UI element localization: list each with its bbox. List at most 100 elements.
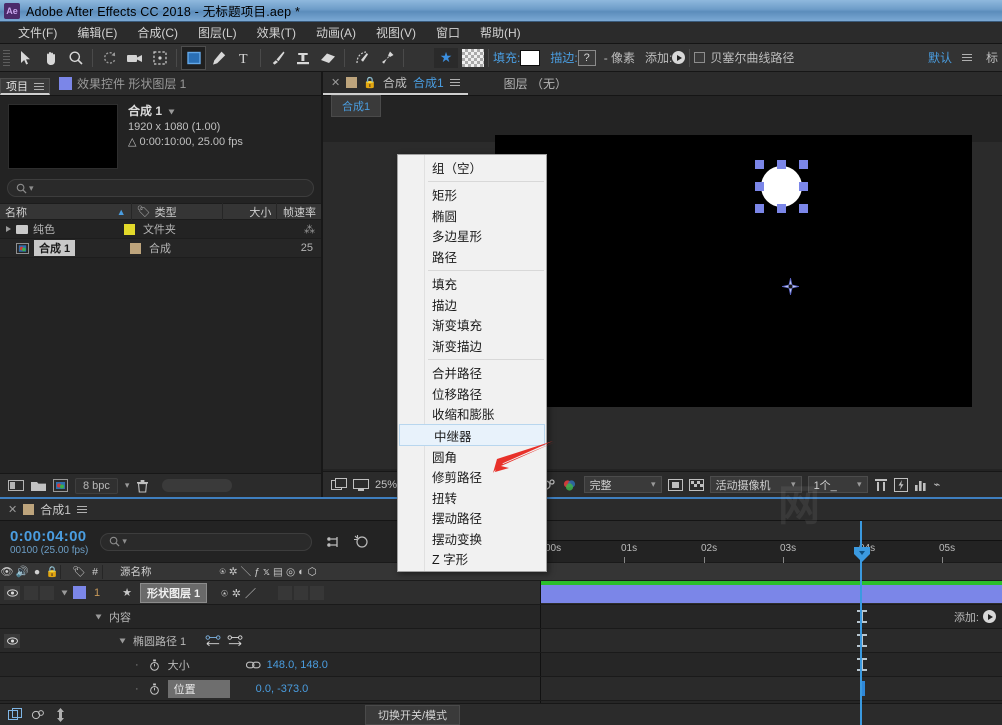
comp-panel-menu-icon[interactable] (450, 79, 460, 86)
expand-triangle-icon[interactable] (62, 590, 68, 595)
timeline-track[interactable] (540, 605, 1002, 628)
table-row[interactable]: 合成 1 合成 25 (0, 239, 321, 258)
selection-handle[interactable] (777, 160, 786, 169)
menu-item-wiggle-paths[interactable]: 摆动路径 (398, 508, 546, 529)
channel-rgb-icon[interactable] (562, 478, 578, 492)
menu-item-trim-paths[interactable]: 修剪路径 (398, 467, 546, 488)
tab-composition[interactable]: ✕ 🔒 合成 合成1 (323, 71, 468, 95)
menu-item-ellipse[interactable]: 椭圆 (398, 205, 546, 226)
keyframe-marker[interactable] (857, 610, 867, 623)
workspace-label[interactable]: 默认 (928, 49, 952, 66)
pen-tool-icon[interactable] (206, 46, 231, 70)
column-size[interactable]: 大小 (223, 203, 278, 220)
workspace-menu-icon[interactable] (962, 54, 972, 61)
timeline-search-input[interactable]: ▾ (100, 533, 312, 551)
stopwatch-icon[interactable] (149, 683, 160, 695)
timeline-ruler[interactable]: 00s 01s 02s 03s 04s 05s (540, 521, 1002, 563)
bezier-checkbox[interactable] (694, 52, 705, 63)
label-color-swatch[interactable] (130, 243, 141, 254)
stopwatch-icon[interactable] (149, 659, 160, 671)
parent-slot[interactable] (278, 586, 292, 600)
link-icon[interactable] (246, 660, 261, 670)
layer-name[interactable]: 形状图层 1 (140, 583, 207, 603)
video-toggle-icon[interactable] (4, 586, 20, 600)
menu-animation[interactable]: 动画(A) (306, 22, 366, 43)
selection-handle[interactable] (755, 204, 764, 213)
expand-triangle-icon[interactable] (96, 614, 102, 619)
menu-item-gradient-fill[interactable]: 渐变填充 (398, 315, 546, 336)
property-name[interactable]: 位置 (168, 680, 230, 698)
menu-item-offset-paths[interactable]: 位移路径 (398, 383, 546, 404)
panel-menu-icon[interactable] (34, 83, 44, 90)
timeline-property-row[interactable]: · 大小 148.0, 148.0 (0, 653, 1002, 677)
expand-triangle-icon[interactable] (6, 226, 11, 232)
solo-toggle[interactable] (40, 586, 54, 600)
menu-item-stroke[interactable]: 描边 (398, 294, 546, 315)
path-direction-right-icon[interactable] (226, 634, 244, 648)
expand-triangle-icon[interactable] (120, 638, 126, 643)
hand-tool-icon[interactable] (38, 46, 63, 70)
project-search-input[interactable]: ▾ (7, 179, 314, 197)
close-icon[interactable]: ✕ (8, 503, 17, 516)
playhead-marker[interactable] (853, 547, 871, 563)
selection-tool-icon[interactable] (13, 46, 38, 70)
layer-switches[interactable]: ⍟✲／ (221, 585, 260, 601)
timeline-layer-row[interactable]: 1 ★ 形状图层 1 ⍟✲／ (0, 581, 1002, 605)
property-value[interactable]: 0.0, -373.0 (256, 683, 309, 695)
timeline-track[interactable] (540, 653, 1002, 676)
toggle-alpha-icon[interactable] (331, 478, 347, 492)
add-menu-icon[interactable] (672, 51, 685, 64)
selection-handle[interactable] (755, 160, 764, 169)
new-composition-icon[interactable] (53, 479, 68, 492)
graph-editor-icon[interactable] (54, 708, 67, 722)
interpret-footage-icon[interactable] (8, 479, 24, 492)
menu-composition[interactable]: 合成(C) (127, 22, 188, 43)
rotate-tool-icon[interactable] (97, 46, 122, 70)
path-direction-left-icon[interactable] (204, 634, 222, 648)
transparency-grid-icon[interactable] (689, 478, 704, 492)
menu-view[interactable]: 视图(V) (366, 22, 426, 43)
fill-label[interactable]: 填充: (493, 49, 520, 66)
fill-color-swatch[interactable] (520, 50, 540, 66)
timeline-panel-menu-icon[interactable] (77, 506, 87, 513)
property-value[interactable]: 148.0, 148.0 (267, 659, 328, 671)
audio-toggle[interactable] (24, 586, 38, 600)
selection-handle[interactable] (777, 204, 786, 213)
label-color-swatch[interactable] (124, 224, 135, 235)
shape-tool-icon[interactable] (181, 46, 206, 70)
frame-blend-icon[interactable] (8, 708, 23, 722)
pixel-aspect-icon[interactable] (874, 478, 888, 492)
zoom-tool-icon[interactable] (63, 46, 88, 70)
resolution-select[interactable]: 完整 ▾ (584, 476, 662, 493)
toggle-switches-modes-button[interactable]: 切换开关/模式 (365, 705, 460, 725)
timeline-track-layer[interactable] (540, 581, 1002, 604)
stroke-color-swatch[interactable]: ? (578, 50, 596, 66)
parent-slot[interactable] (310, 586, 324, 600)
delete-icon[interactable] (136, 479, 149, 493)
keyframe-marker-selected[interactable] (857, 681, 867, 696)
camera-tool-icon[interactable] (122, 46, 147, 70)
menu-item-zigzag[interactable]: Z 字形 (398, 549, 546, 570)
panel-resize-pill[interactable] (162, 479, 232, 492)
timeline-tab-label[interactable]: 合成1 (40, 501, 71, 518)
transparency-grid-icon[interactable] (462, 49, 484, 67)
menu-help[interactable]: 帮助(H) (470, 22, 531, 43)
keyframe-marker[interactable] (857, 658, 867, 671)
lock-icon[interactable]: 🔒 (363, 76, 377, 89)
layer-duration-bar[interactable] (541, 585, 1002, 603)
menu-item-wiggle-transform[interactable]: 摆动变换 (398, 528, 546, 549)
timeline-group-row[interactable]: 内容 添加: (0, 605, 1002, 629)
menu-window[interactable]: 窗口 (426, 22, 470, 43)
menu-item-twist[interactable]: 扭转 (398, 487, 546, 508)
brush-tool-icon[interactable] (265, 46, 290, 70)
selection-handle[interactable] (755, 182, 764, 191)
ellipse-shape[interactable] (761, 166, 802, 207)
keyframe-marker[interactable] (857, 634, 867, 647)
menu-layer[interactable]: 图层(L) (188, 22, 247, 43)
fast-previews-icon[interactable] (894, 478, 908, 492)
color-depth-dropdown-icon[interactable]: ▾ (125, 480, 130, 491)
comp-info-dropdown-icon[interactable] (169, 110, 175, 115)
region-of-interest-icon[interactable] (668, 478, 683, 492)
source-name-header[interactable]: 源名称 (114, 564, 152, 579)
roto-brush-tool-icon[interactable] (349, 46, 374, 70)
